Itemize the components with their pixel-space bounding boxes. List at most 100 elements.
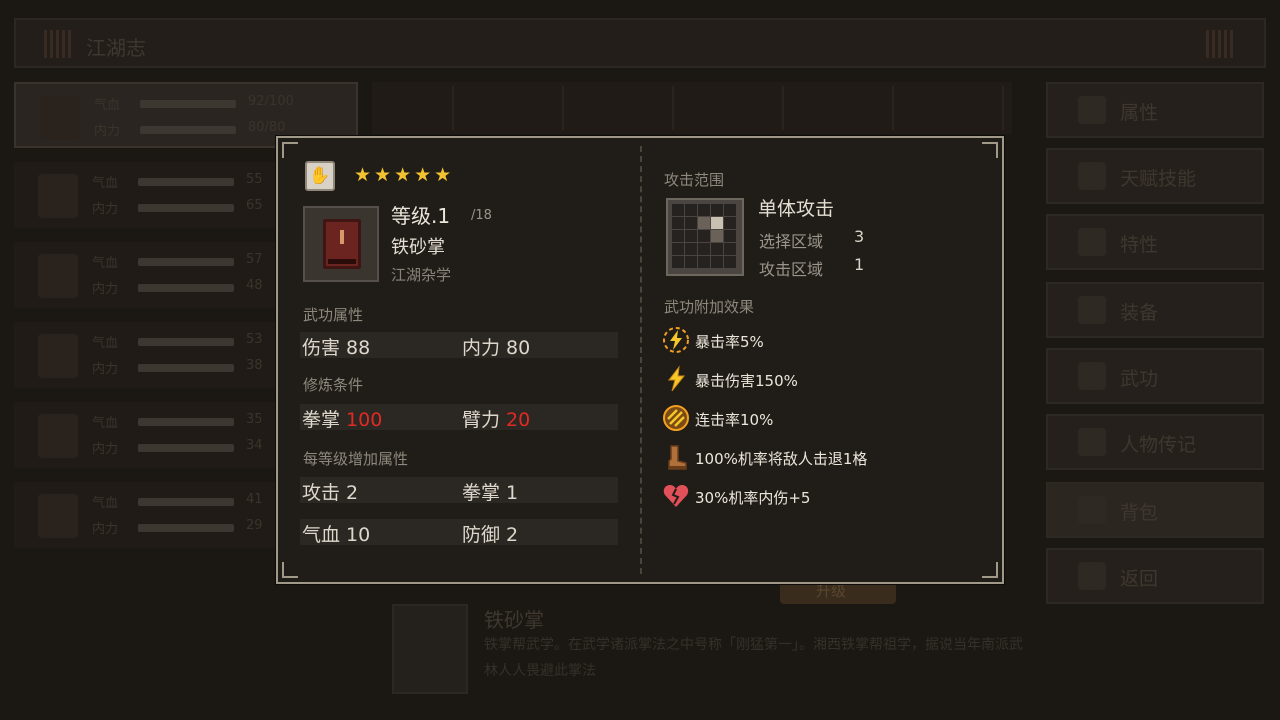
- skill-level: 等级.1: [391, 204, 451, 228]
- attack-type: 单体攻击: [758, 198, 835, 220]
- skill-description-panel: 铁砂掌 铁掌帮武学。在武学诸派掌法之中号称「刚猛第一」。湘西铁掌帮祖学，据说当年…: [392, 604, 1032, 700]
- palm-type-icon: ✋: [305, 161, 335, 191]
- menu-button-equipment[interactable]: 装备: [1046, 282, 1264, 338]
- per-level-attack: 攻击 2: [302, 482, 359, 504]
- hp-label: 气血: [94, 98, 121, 113]
- section-title-requirements: 修炼条件: [303, 376, 364, 394]
- talent-icon: [1078, 162, 1106, 190]
- skill-detail-popup: ✋ ★★★★★ 等级.1 /18 铁砂掌 江湖杂学 武功属性 伤害 88 内力 80…: [276, 136, 1004, 584]
- hp-bar: [138, 418, 234, 426]
- section-title-attack-range: 攻击范围: [664, 171, 725, 189]
- mp-value: 38: [246, 358, 263, 373]
- menu-button-label: 人物传记: [1120, 434, 1197, 456]
- hp-bar: [140, 100, 236, 108]
- book-ornament: [340, 230, 344, 244]
- top-bar-ornament-right: [1206, 30, 1236, 58]
- tab-category[interactable]: [832, 86, 894, 130]
- menu-button-label: 背包: [1120, 502, 1159, 524]
- req-fist-palm: 拳掌 100: [302, 409, 383, 431]
- hp-value: 92/100: [248, 94, 294, 109]
- frame-corner: [282, 142, 298, 158]
- skill-category-tabs: [372, 82, 1012, 134]
- grid-cell: [711, 243, 723, 255]
- character-portrait: [38, 174, 78, 218]
- hp-bar: [138, 178, 234, 186]
- mp-value: 80/80: [248, 120, 286, 135]
- skill-book-thumbnail: [392, 604, 468, 694]
- menu-button-traits[interactable]: 特性: [1046, 214, 1264, 270]
- menu-button-back[interactable]: 返回: [1046, 548, 1264, 604]
- menu-button-talents[interactable]: 天赋技能: [1046, 148, 1264, 204]
- crit-damage-icon: [667, 365, 686, 392]
- hp-value: 57: [246, 252, 263, 267]
- menu-button-label: 装备: [1120, 302, 1159, 324]
- menu-button-label: 天赋技能: [1120, 168, 1197, 190]
- door-icon: [1078, 562, 1106, 590]
- section-title-per-level: 每等级增加属性: [303, 450, 409, 468]
- menu-button-label: 特性: [1120, 234, 1159, 256]
- grid-cell: [711, 204, 723, 216]
- attack-range-grid: [666, 198, 744, 276]
- skill-name: 铁砂掌: [391, 237, 445, 258]
- character-portrait: [38, 334, 78, 378]
- menu-button-martial-arts[interactable]: 武功: [1046, 348, 1264, 404]
- description-text: 铁掌帮武学。在武学诸派掌法之中号称「刚猛第一」。湘西铁掌帮祖学，据说当年南派武林…: [484, 637, 1023, 679]
- mp-value: 29: [246, 518, 263, 533]
- effect-text: 100%机率将敌人击退1格: [695, 450, 868, 468]
- frame-corner: [282, 562, 298, 578]
- mp-label: 内力: [92, 202, 119, 217]
- per-level-row: 气血 10 防御 2: [300, 519, 618, 546]
- hp-value: 41: [246, 492, 263, 507]
- column-divider: [640, 146, 642, 574]
- biography-icon: [1078, 428, 1106, 456]
- sword-icon: [1078, 296, 1106, 324]
- mp-bar: [138, 524, 234, 532]
- tab-category[interactable]: [612, 86, 674, 130]
- grid-cell: [672, 243, 684, 255]
- mp-value: 34: [246, 438, 263, 453]
- character-portrait: [38, 254, 78, 298]
- requirement-row: 拳掌 100 臂力 20: [300, 404, 618, 431]
- menu-button-label: 属性: [1120, 102, 1159, 124]
- grid-cell: [711, 256, 723, 268]
- hp-label: 气血: [92, 496, 119, 511]
- hp-value: 53: [246, 332, 263, 347]
- book-base: [328, 259, 356, 264]
- description-skill-name: 铁砂掌: [484, 608, 544, 632]
- per-level-hp: 气血 10: [302, 524, 371, 546]
- skill-level-max: /18: [471, 208, 492, 223]
- frame-corner: [982, 142, 998, 158]
- grid-cell: [685, 217, 697, 229]
- per-level-defense: 防御 2: [462, 524, 519, 546]
- grid-cell: [672, 217, 684, 229]
- effect-text: 暴击伤害150%: [695, 372, 798, 390]
- skill-category: 江湖杂学: [391, 266, 452, 284]
- skill-book-icon: [303, 206, 379, 282]
- per-level-fist-palm: 拳掌 1: [462, 482, 519, 504]
- trait-icon: [1078, 228, 1106, 256]
- martial-book-icon: [1078, 362, 1106, 390]
- tab-category[interactable]: [942, 86, 1004, 130]
- mp-label: 内力: [94, 124, 121, 139]
- mp-value: 48: [246, 278, 263, 293]
- menu-button-biography[interactable]: 人物传记: [1046, 414, 1264, 470]
- tab-category[interactable]: [392, 86, 454, 130]
- frame-corner: [982, 562, 998, 578]
- grid-cell: [685, 243, 697, 255]
- bag-icon: [1078, 496, 1106, 524]
- mp-bar: [138, 284, 234, 292]
- boot-knockback-icon: [668, 445, 687, 470]
- menu-button-attributes[interactable]: 属性: [1046, 82, 1264, 138]
- mp-bar: [138, 444, 234, 452]
- tab-category[interactable]: [722, 86, 784, 130]
- tab-category[interactable]: [502, 86, 564, 130]
- combo-rate-icon: [663, 405, 689, 431]
- hp-bar: [138, 338, 234, 346]
- grid-cell-in-range: [711, 230, 723, 242]
- mp-label: 内力: [92, 282, 119, 297]
- mp-bar: [138, 364, 234, 372]
- attack-area-label: 攻击区域: [759, 260, 824, 279]
- crit-rate-icon: [663, 327, 689, 353]
- menu-button-bag[interactable]: 背包: [1046, 482, 1264, 538]
- person-icon: [1078, 96, 1106, 124]
